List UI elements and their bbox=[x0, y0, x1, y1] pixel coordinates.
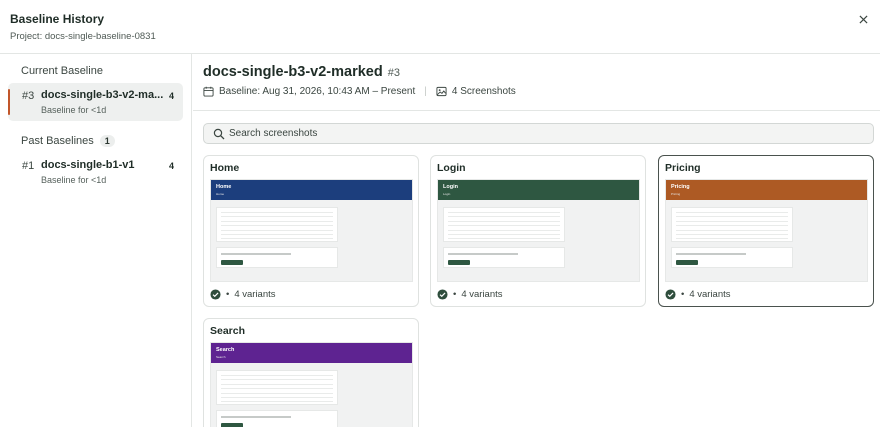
thumbnail-header: Login Login bbox=[438, 180, 639, 200]
thumbnail-button bbox=[221, 423, 243, 427]
thumbnail-title: Search bbox=[216, 347, 235, 353]
screenshot-card-search[interactable]: Search Search Search bbox=[203, 318, 419, 427]
modal-header: Baseline History Project: docs-single-ba… bbox=[0, 0, 880, 54]
variant-count: 4 variants bbox=[461, 289, 503, 300]
thumbnail-title: Login bbox=[443, 184, 458, 190]
image-icon bbox=[436, 86, 447, 97]
baseline-name: docs-single-b3-v2-ma... bbox=[41, 89, 164, 101]
baseline-duration: Baseline for <1d bbox=[41, 105, 107, 115]
thumbnail-button bbox=[221, 260, 243, 265]
card-footer: • 4 variants bbox=[210, 289, 276, 300]
search-icon bbox=[213, 128, 225, 140]
thumbnail-table bbox=[443, 207, 565, 242]
thumbnail-subtitle: Pricing bbox=[671, 192, 681, 196]
screenshot-name: Login bbox=[437, 162, 466, 174]
thumbnail-table bbox=[216, 207, 338, 242]
baseline-count: 4 bbox=[168, 161, 174, 171]
thumbnail-subtitle: Login bbox=[443, 192, 451, 196]
screenshot-thumbnail: Pricing Pricing bbox=[665, 179, 868, 282]
screenshot-name: Pricing bbox=[665, 162, 701, 174]
calendar-icon bbox=[203, 86, 214, 97]
screenshot-name: Home bbox=[210, 162, 240, 174]
search-bar bbox=[203, 123, 874, 144]
thumbnail-header: Pricing Pricing bbox=[666, 180, 867, 200]
project-name: Project: docs-single-baseline-0831 bbox=[10, 31, 156, 42]
screenshot-card-pricing[interactable]: Pricing Pricing Pricing • 4 variants bbox=[658, 155, 874, 307]
footer-dot: • bbox=[226, 289, 230, 300]
baseline-dates: Baseline: Aug 31, 2026, 10:43 AM – Prese… bbox=[219, 86, 416, 97]
baseline-name: docs-single-b1-v1 bbox=[41, 159, 135, 171]
check-circle-icon bbox=[665, 289, 676, 300]
screenshot-thumbnail: Search Search bbox=[210, 342, 413, 427]
thumbnail-footer bbox=[216, 247, 338, 268]
baseline-item-current[interactable]: #3 docs-single-b3-v2-ma... 4 Baseline fo… bbox=[8, 83, 183, 121]
baseline-title: docs-single-b3-v2-marked #3 bbox=[203, 64, 400, 80]
thumbnail-table bbox=[216, 370, 338, 405]
thumbnail-button bbox=[676, 260, 698, 265]
close-icon bbox=[858, 14, 868, 24]
baseline-item-past[interactable]: #1 docs-single-b1-v1 4 Baseline for <1d bbox=[8, 153, 183, 191]
thumbnail-header: Search Search bbox=[211, 343, 412, 363]
card-footer: • 4 variants bbox=[665, 289, 731, 300]
baseline-number: #3 bbox=[22, 90, 35, 102]
thumbnail-subtitle: Home bbox=[216, 192, 225, 196]
card-footer: • 4 variants bbox=[437, 289, 503, 300]
past-baselines-heading: Past Baselines 1 bbox=[21, 135, 115, 147]
baseline-count: 4 bbox=[168, 91, 174, 101]
close-button[interactable] bbox=[854, 10, 872, 28]
variant-count: 4 variants bbox=[689, 289, 731, 300]
meta-separator: | bbox=[424, 86, 427, 97]
baseline-meta: Baseline: Aug 31, 2026, 10:43 AM – Prese… bbox=[203, 86, 516, 97]
thumbnail-title: Home bbox=[216, 184, 232, 190]
screenshot-thumbnail: Home Home bbox=[210, 179, 413, 282]
thumbnail-title: Pricing bbox=[671, 184, 690, 190]
footer-dot: • bbox=[681, 289, 685, 300]
baseline-sidebar: Current Baseline #3 docs-single-b3-v2-ma… bbox=[0, 54, 192, 427]
thumbnail-text-line bbox=[221, 416, 291, 418]
modal-title: Baseline History bbox=[10, 12, 105, 26]
screenshot-card-login[interactable]: Login Login Login • 4 variants bbox=[430, 155, 646, 307]
baseline-title-number: #3 bbox=[387, 67, 400, 79]
check-circle-icon bbox=[210, 289, 221, 300]
thumbnail-table bbox=[671, 207, 793, 242]
screenshot-thumbnail: Login Login bbox=[437, 179, 640, 282]
baseline-duration: Baseline for <1d bbox=[41, 175, 107, 185]
current-baseline-heading: Current Baseline bbox=[21, 65, 103, 77]
thumbnail-button bbox=[448, 260, 470, 265]
thumbnail-footer bbox=[671, 247, 793, 268]
check-circle-icon bbox=[437, 289, 448, 300]
thumbnail-subtitle: Search bbox=[216, 355, 226, 359]
search-input[interactable] bbox=[229, 126, 859, 141]
thumbnail-text-line bbox=[676, 253, 746, 255]
thumbnail-header: Home Home bbox=[211, 180, 412, 200]
baseline-number: #1 bbox=[22, 160, 35, 172]
thumbnail-footer bbox=[216, 410, 338, 427]
screenshot-count: 4 Screenshots bbox=[451, 86, 516, 97]
screenshot-name: Search bbox=[210, 325, 246, 337]
header-divider bbox=[193, 110, 880, 111]
footer-dot: • bbox=[453, 289, 457, 300]
variant-count: 4 variants bbox=[234, 289, 276, 300]
past-baselines-count: 1 bbox=[99, 135, 115, 147]
screenshot-card-home[interactable]: Home Home Home • 4 variants bbox=[203, 155, 419, 307]
thumbnail-text-line bbox=[448, 253, 518, 255]
thumbnail-text-line bbox=[221, 253, 291, 255]
thumbnail-footer bbox=[443, 247, 565, 268]
